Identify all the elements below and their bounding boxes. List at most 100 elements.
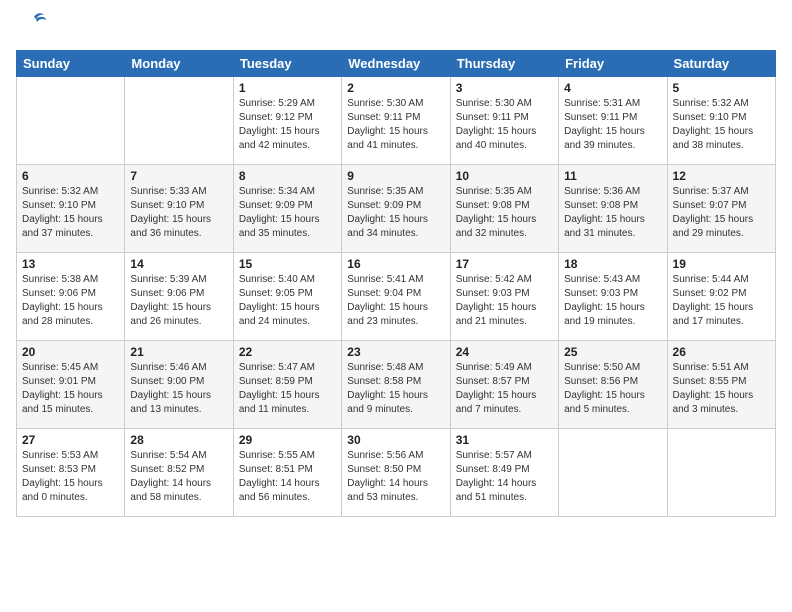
calendar-cell: 9 Sunrise: 5:35 AM Sunset: 9:09 PM Daylig… (342, 165, 450, 253)
day-number: 23 (347, 345, 444, 359)
calendar-cell: 1 Sunrise: 5:29 AM Sunset: 9:12 PM Daylig… (233, 77, 341, 165)
day-number: 25 (564, 345, 661, 359)
calendar-cell: 4Sunrise: 5:31 AM Sunset: 9:11 PM Daylig… (559, 77, 667, 165)
calendar-cell: 24 Sunrise: 5:49 AM Sunset: 8:57 PM Dayli… (450, 341, 558, 429)
day-content: Sunrise: 5:34 AM Sunset: 9:09 PM Dayligh… (239, 185, 336, 241)
calendar-cell: 23 Sunrise: 5:48 AM Sunset: 8:58 PM Dayli… (342, 341, 450, 429)
day-content: Sunrise: 5:48 AM Sunset: 8:58 PM Dayligh… (347, 361, 444, 417)
day-number: 6 (22, 169, 119, 183)
day-number: 14 (130, 257, 227, 271)
day-number: 16 (347, 257, 444, 271)
calendar-cell: 30 Sunrise: 5:56 AM Sunset: 8:50 PM Dayli… (342, 429, 450, 517)
logo-bird-icon (20, 9, 48, 37)
header-day-thursday: Thursday (450, 51, 558, 77)
day-content: Sunrise: 5:55 AM Sunset: 8:51 PM Dayligh… (239, 449, 336, 505)
day-content: Sunrise: 5:44 AM Sunset: 9:02 PM Dayligh… (673, 273, 770, 329)
calendar-cell: 18 Sunrise: 5:43 AM Sunset: 9:03 PM Dayli… (559, 253, 667, 341)
week-row-5: 27 Sunrise: 5:53 AM Sunset: 8:53 PM Dayli… (17, 429, 776, 517)
day-number: 13 (22, 257, 119, 271)
calendar-cell: 22 Sunrise: 5:47 AM Sunset: 8:59 PM Dayli… (233, 341, 341, 429)
calendar-cell: 21 Sunrise: 5:46 AM Sunset: 9:00 PM Dayli… (125, 341, 233, 429)
calendar-cell: 16 Sunrise: 5:41 AM Sunset: 9:04 PM Dayli… (342, 253, 450, 341)
header-day-wednesday: Wednesday (342, 51, 450, 77)
header-day-saturday: Saturday (667, 51, 775, 77)
day-content: Sunrise: 5:41 AM Sunset: 9:04 PM Dayligh… (347, 273, 444, 329)
day-content: Sunrise: 5:30 AM Sunset: 9:11 PM Dayligh… (456, 97, 553, 153)
day-number: 21 (130, 345, 227, 359)
day-content: Sunrise: 5:32 AM Sunset: 9:10 PM Dayligh… (673, 97, 770, 153)
calendar-cell: 10Sunrise: 5:35 AM Sunset: 9:08 PM Dayli… (450, 165, 558, 253)
day-content: Sunrise: 5:51 AM Sunset: 8:55 PM Dayligh… (673, 361, 770, 417)
day-number: 2 (347, 81, 444, 95)
calendar-cell (17, 77, 125, 165)
day-content: Sunrise: 5:45 AM Sunset: 9:01 PM Dayligh… (22, 361, 119, 417)
header-day-tuesday: Tuesday (233, 51, 341, 77)
day-content: Sunrise: 5:35 AM Sunset: 9:08 PM Dayligh… (456, 185, 553, 241)
day-number: 27 (22, 433, 119, 447)
day-number: 24 (456, 345, 553, 359)
day-content: Sunrise: 5:50 AM Sunset: 8:56 PM Dayligh… (564, 361, 661, 417)
day-content: Sunrise: 5:37 AM Sunset: 9:07 PM Dayligh… (673, 185, 770, 241)
day-content: Sunrise: 5:42 AM Sunset: 9:03 PM Dayligh… (456, 273, 553, 329)
day-number: 9 (347, 169, 444, 183)
calendar-cell: 29 Sunrise: 5:55 AM Sunset: 8:51 PM Dayli… (233, 429, 341, 517)
day-content: Sunrise: 5:40 AM Sunset: 9:05 PM Dayligh… (239, 273, 336, 329)
calendar-cell: 5 Sunrise: 5:32 AM Sunset: 9:10 PM Daylig… (667, 77, 775, 165)
calendar-cell: 8 Sunrise: 5:34 AM Sunset: 9:09 PM Daylig… (233, 165, 341, 253)
header-day-sunday: Sunday (17, 51, 125, 77)
day-content: Sunrise: 5:35 AM Sunset: 9:09 PM Dayligh… (347, 185, 444, 241)
calendar-cell: 27 Sunrise: 5:53 AM Sunset: 8:53 PM Dayli… (17, 429, 125, 517)
day-content: Sunrise: 5:39 AM Sunset: 9:06 PM Dayligh… (130, 273, 227, 329)
day-content: Sunrise: 5:53 AM Sunset: 8:53 PM Dayligh… (22, 449, 119, 505)
day-number: 11 (564, 169, 661, 183)
calendar-header: SundayMondayTuesdayWednesdayThursdayFrid… (17, 51, 776, 77)
calendar-cell: 12 Sunrise: 5:37 AM Sunset: 9:07 PM Dayli… (667, 165, 775, 253)
header (16, 16, 776, 40)
day-number: 8 (239, 169, 336, 183)
day-number: 30 (347, 433, 444, 447)
day-number: 17 (456, 257, 553, 271)
calendar-cell: 25 Sunrise: 5:50 AM Sunset: 8:56 PM Dayli… (559, 341, 667, 429)
day-content: Sunrise: 5:29 AM Sunset: 9:12 PM Dayligh… (239, 97, 336, 153)
calendar-cell: 31Sunrise: 5:57 AM Sunset: 8:49 PM Dayli… (450, 429, 558, 517)
day-number: 22 (239, 345, 336, 359)
day-number: 7 (130, 169, 227, 183)
week-row-3: 13Sunrise: 5:38 AM Sunset: 9:06 PM Dayli… (17, 253, 776, 341)
day-content: Sunrise: 5:43 AM Sunset: 9:03 PM Dayligh… (564, 273, 661, 329)
day-number: 1 (239, 81, 336, 95)
day-number: 29 (239, 433, 336, 447)
calendar-cell: 19Sunrise: 5:44 AM Sunset: 9:02 PM Dayli… (667, 253, 775, 341)
day-content: Sunrise: 5:36 AM Sunset: 9:08 PM Dayligh… (564, 185, 661, 241)
logo (16, 16, 48, 40)
day-content: Sunrise: 5:47 AM Sunset: 8:59 PM Dayligh… (239, 361, 336, 417)
calendar-cell (667, 429, 775, 517)
day-content: Sunrise: 5:32 AM Sunset: 9:10 PM Dayligh… (22, 185, 119, 241)
day-number: 28 (130, 433, 227, 447)
week-row-1: 1 Sunrise: 5:29 AM Sunset: 9:12 PM Daylig… (17, 77, 776, 165)
day-content: Sunrise: 5:46 AM Sunset: 9:00 PM Dayligh… (130, 361, 227, 417)
day-content: Sunrise: 5:57 AM Sunset: 8:49 PM Dayligh… (456, 449, 553, 505)
calendar-cell: 20 Sunrise: 5:45 AM Sunset: 9:01 PM Dayli… (17, 341, 125, 429)
day-number: 3 (456, 81, 553, 95)
header-day-monday: Monday (125, 51, 233, 77)
day-number: 18 (564, 257, 661, 271)
calendar-cell: 3 Sunrise: 5:30 AM Sunset: 9:11 PM Daylig… (450, 77, 558, 165)
day-number: 5 (673, 81, 770, 95)
calendar-table: SundayMondayTuesdayWednesdayThursdayFrid… (16, 50, 776, 517)
day-content: Sunrise: 5:30 AM Sunset: 9:11 PM Dayligh… (347, 97, 444, 153)
day-number: 12 (673, 169, 770, 183)
day-number: 20 (22, 345, 119, 359)
week-row-2: 6 Sunrise: 5:32 AM Sunset: 9:10 PM Daylig… (17, 165, 776, 253)
calendar-cell: 26Sunrise: 5:51 AM Sunset: 8:55 PM Dayli… (667, 341, 775, 429)
day-content: Sunrise: 5:56 AM Sunset: 8:50 PM Dayligh… (347, 449, 444, 505)
calendar-cell: 6 Sunrise: 5:32 AM Sunset: 9:10 PM Daylig… (17, 165, 125, 253)
header-row: SundayMondayTuesdayWednesdayThursdayFrid… (17, 51, 776, 77)
calendar-cell: 11 Sunrise: 5:36 AM Sunset: 9:08 PM Dayli… (559, 165, 667, 253)
day-number: 4 (564, 81, 661, 95)
calendar-cell: 2 Sunrise: 5:30 AM Sunset: 9:11 PM Daylig… (342, 77, 450, 165)
calendar-cell: 15Sunrise: 5:40 AM Sunset: 9:05 PM Dayli… (233, 253, 341, 341)
day-content: Sunrise: 5:49 AM Sunset: 8:57 PM Dayligh… (456, 361, 553, 417)
week-row-4: 20 Sunrise: 5:45 AM Sunset: 9:01 PM Dayli… (17, 341, 776, 429)
calendar-cell (559, 429, 667, 517)
calendar-cell: 13Sunrise: 5:38 AM Sunset: 9:06 PM Dayli… (17, 253, 125, 341)
